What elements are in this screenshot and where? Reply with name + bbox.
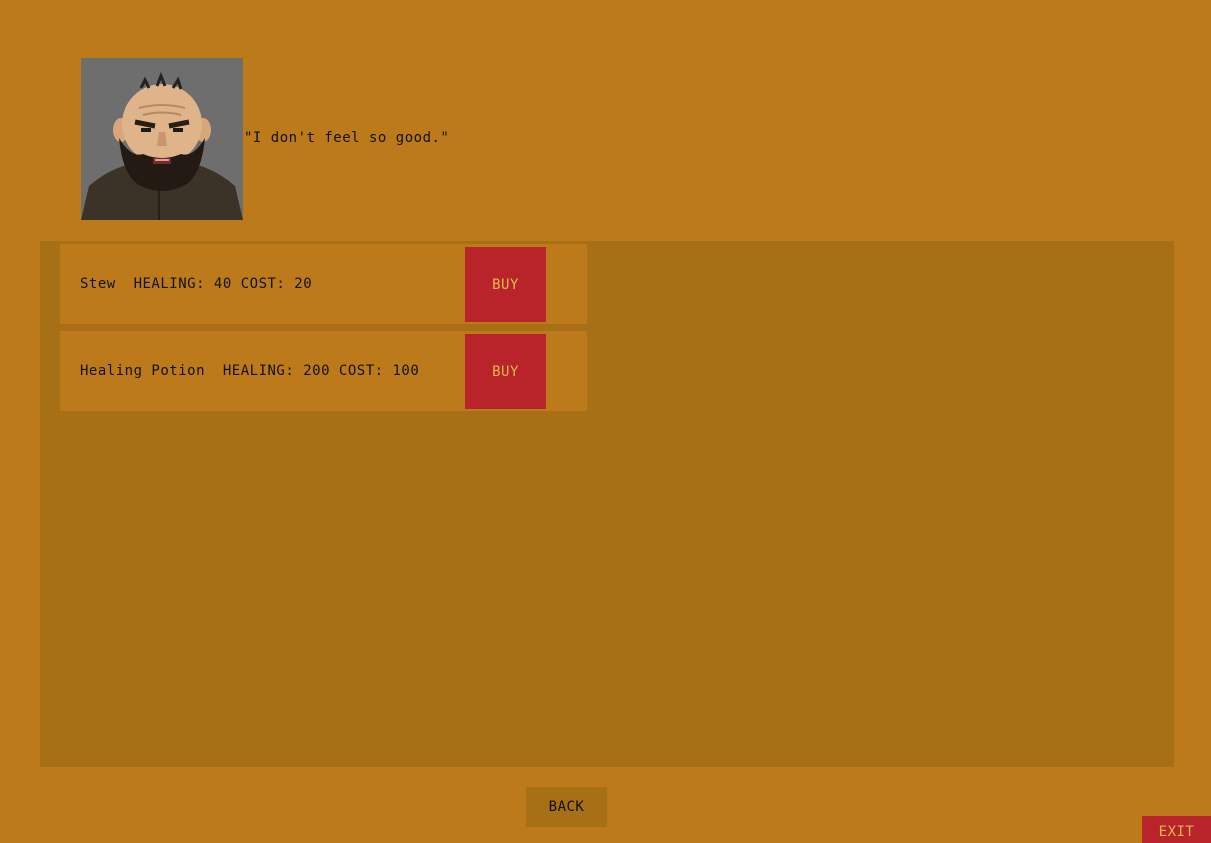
shop-panel: Stew HEALING: 40 COST: 20 BUY Healing Po… [40,241,1174,767]
item-label: Healing Potion HEALING: 200 COST: 100 [80,363,420,379]
shop-item-stew: Stew HEALING: 40 COST: 20 BUY [60,244,587,324]
npc-portrait [81,58,243,220]
exit-button[interactable]: EXIT [1142,816,1211,843]
npc-dialogue: "I don't feel so good." [244,130,450,146]
bearded-merchant-portrait-icon [81,58,243,220]
back-button[interactable]: BACK [526,787,607,827]
buy-healing-potion-button[interactable]: BUY [465,334,546,409]
item-label: Stew HEALING: 40 COST: 20 [80,276,313,292]
buy-stew-button[interactable]: BUY [465,247,546,322]
shop-item-healing-potion: Healing Potion HEALING: 200 COST: 100 BU… [60,331,587,411]
